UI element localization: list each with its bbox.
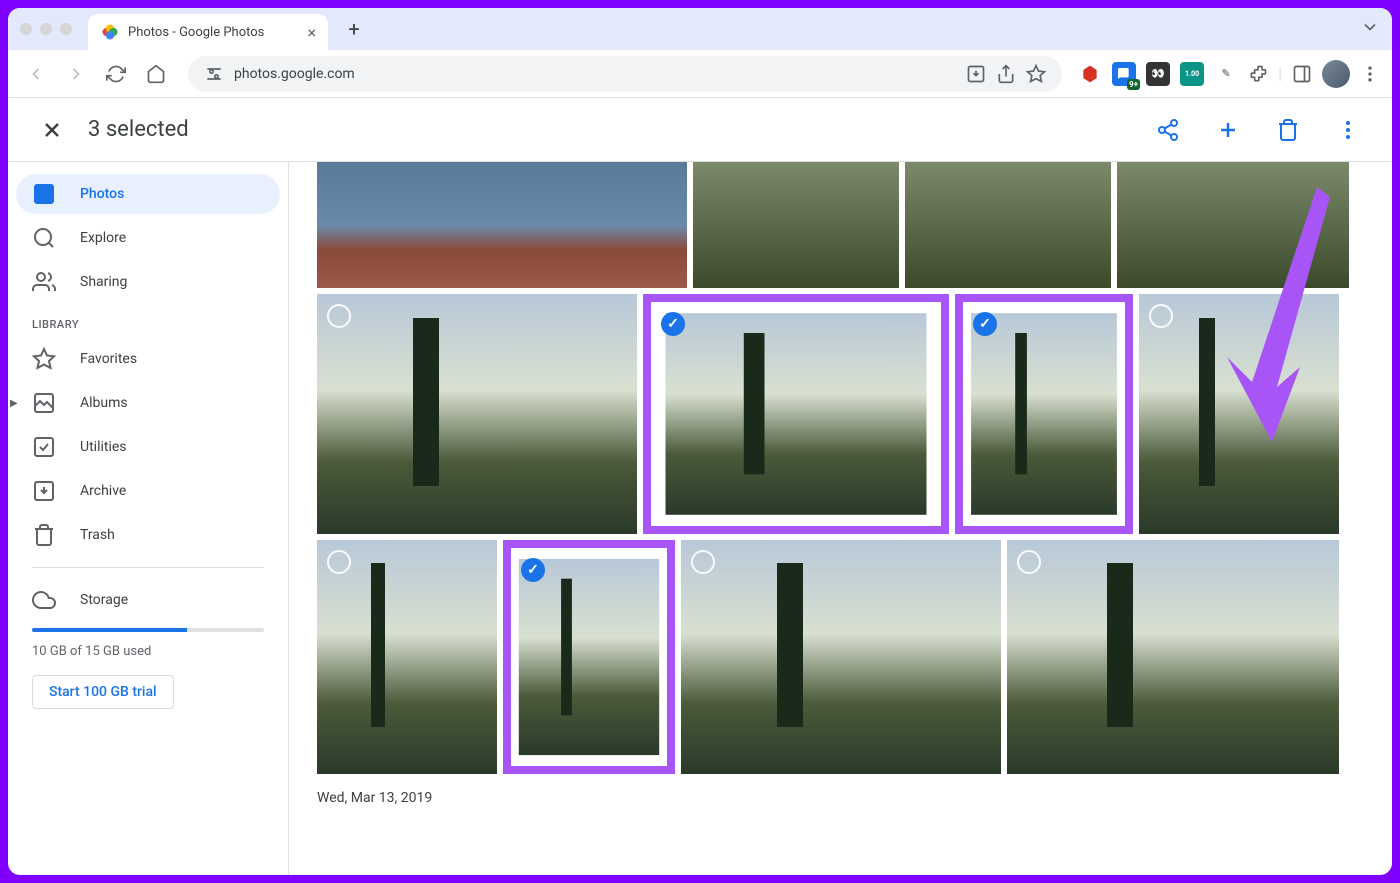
close-selection-button[interactable] bbox=[32, 110, 72, 150]
sidebar-item-sharing[interactable]: Sharing bbox=[16, 262, 280, 302]
storage-usage-text: 10 GB of 15 GB used bbox=[16, 644, 280, 675]
sidebar-item-explore[interactable]: Explore bbox=[16, 218, 280, 258]
extension-icons: 9+ 👀 1.00 ✎ | bbox=[1078, 60, 1380, 88]
photo-thumbnail[interactable] bbox=[905, 162, 1111, 288]
main-content: Photos Explore Sharing LIBRARY Favorites… bbox=[8, 162, 1392, 875]
sidebar-item-trash[interactable]: Trash bbox=[16, 515, 280, 555]
photo-thumbnail[interactable] bbox=[317, 162, 687, 288]
selection-header: 3 selected bbox=[8, 98, 1392, 162]
maximize-window-dot[interactable] bbox=[60, 23, 72, 35]
more-options-button[interactable] bbox=[1328, 110, 1368, 150]
browser-window: Photos - Google Photos × + photos.google… bbox=[8, 8, 1392, 875]
people-icon bbox=[32, 270, 56, 294]
album-icon bbox=[32, 391, 56, 415]
sidebar-divider bbox=[32, 567, 264, 568]
google-photos-favicon bbox=[100, 22, 120, 42]
sidebar-item-label: Albums bbox=[80, 395, 128, 411]
photo-thumbnail-selected[interactable] bbox=[503, 540, 675, 774]
side-panel-icon[interactable] bbox=[1292, 64, 1312, 84]
cloud-icon bbox=[32, 588, 56, 612]
minimize-window-dot[interactable] bbox=[40, 23, 52, 35]
checkbox-icon bbox=[32, 435, 56, 459]
sidebar-item-label: Trash bbox=[80, 527, 115, 543]
archive-icon bbox=[32, 479, 56, 503]
browser-tab[interactable]: Photos - Google Photos × bbox=[88, 14, 328, 50]
site-info-icon[interactable] bbox=[204, 64, 224, 84]
browser-menu-icon[interactable] bbox=[1360, 64, 1380, 84]
trash-icon bbox=[32, 523, 56, 547]
sidebar-item-label: Explore bbox=[80, 230, 126, 246]
extension-icon-green[interactable]: 1.00 bbox=[1180, 62, 1204, 86]
photo-thumbnail[interactable] bbox=[1117, 162, 1349, 288]
tab-strip: Photos - Google Photos × + bbox=[8, 8, 1392, 50]
url-text: photos.google.com bbox=[234, 66, 956, 82]
photo-select-checkbox[interactable] bbox=[661, 312, 685, 336]
install-app-icon[interactable] bbox=[966, 64, 986, 84]
extension-icon-save[interactable]: 9+ bbox=[1112, 62, 1136, 86]
selection-actions bbox=[1148, 110, 1368, 150]
sidebar-item-favorites[interactable]: Favorites bbox=[16, 339, 280, 379]
library-section-label: LIBRARY bbox=[16, 306, 280, 339]
sidebar-item-archive[interactable]: Archive bbox=[16, 471, 280, 511]
new-tab-button[interactable]: + bbox=[340, 15, 368, 43]
address-bar[interactable]: photos.google.com bbox=[188, 56, 1062, 92]
sidebar-item-label: Photos bbox=[80, 186, 124, 202]
window-controls bbox=[20, 23, 72, 35]
image-icon bbox=[32, 182, 56, 206]
photo-select-checkbox[interactable] bbox=[691, 550, 715, 574]
extension-icon-eyes[interactable]: 👀 bbox=[1146, 62, 1170, 86]
photo-select-checkbox[interactable] bbox=[1017, 550, 1041, 574]
add-to-button[interactable] bbox=[1208, 110, 1248, 150]
photo-select-checkbox[interactable] bbox=[327, 550, 351, 574]
star-icon bbox=[32, 347, 56, 371]
photo-select-checkbox[interactable] bbox=[1149, 304, 1173, 328]
tab-title: Photos - Google Photos bbox=[128, 25, 299, 40]
sidebar-item-storage[interactable]: Storage bbox=[16, 580, 280, 620]
sidebar-item-label: Storage bbox=[80, 592, 128, 608]
share-icon[interactable] bbox=[996, 64, 1016, 84]
sidebar-item-label: Favorites bbox=[80, 351, 137, 367]
sidebar-item-label: Archive bbox=[80, 483, 126, 499]
tab-dropdown-icon[interactable] bbox=[1360, 17, 1380, 41]
sidebar-item-utilities[interactable]: Utilities bbox=[16, 427, 280, 467]
extensions-puzzle-icon[interactable] bbox=[1248, 64, 1268, 84]
search-icon bbox=[32, 226, 56, 250]
storage-progress-bar bbox=[32, 628, 264, 632]
photo-select-checkbox[interactable] bbox=[327, 304, 351, 328]
selection-count: 3 selected bbox=[88, 117, 1148, 142]
photo-thumbnail[interactable] bbox=[1139, 294, 1339, 534]
close-tab-icon[interactable]: × bbox=[307, 23, 316, 42]
extension-icon-gray[interactable]: ✎ bbox=[1214, 62, 1238, 86]
sidebar-item-label: Utilities bbox=[80, 439, 127, 455]
photo-select-checkbox[interactable] bbox=[973, 312, 997, 336]
bookmark-star-icon[interactable] bbox=[1026, 64, 1046, 84]
forward-button[interactable] bbox=[60, 58, 92, 90]
browser-toolbar: photos.google.com 9+ 👀 1.00 ✎ | bbox=[8, 50, 1392, 98]
photo-thumbnail[interactable] bbox=[317, 540, 497, 774]
photo-thumbnail[interactable] bbox=[317, 294, 637, 534]
delete-button[interactable] bbox=[1268, 110, 1308, 150]
date-group-label: Wed, Mar 13, 2019 bbox=[317, 790, 1376, 806]
photo-thumbnail-selected[interactable] bbox=[955, 294, 1133, 534]
photo-thumbnail[interactable] bbox=[693, 162, 899, 288]
photo-thumbnail[interactable] bbox=[681, 540, 1001, 774]
share-button[interactable] bbox=[1148, 110, 1188, 150]
start-trial-button[interactable]: Start 100 GB trial bbox=[32, 675, 174, 709]
photo-thumbnail[interactable] bbox=[1007, 540, 1339, 774]
profile-avatar[interactable] bbox=[1322, 60, 1350, 88]
sidebar-item-photos[interactable]: Photos bbox=[16, 174, 280, 214]
photo-select-checkbox[interactable] bbox=[521, 558, 545, 582]
reload-button[interactable] bbox=[100, 58, 132, 90]
extension-icon-adblock[interactable] bbox=[1078, 62, 1102, 86]
sidebar-item-albums[interactable]: ▶ Albums bbox=[16, 383, 280, 423]
sidebar-item-label: Sharing bbox=[80, 274, 127, 290]
sidebar: Photos Explore Sharing LIBRARY Favorites… bbox=[8, 162, 288, 875]
close-window-dot[interactable] bbox=[20, 23, 32, 35]
photo-thumbnail-selected[interactable] bbox=[643, 294, 949, 534]
expand-caret-icon[interactable]: ▶ bbox=[10, 398, 18, 409]
home-button[interactable] bbox=[140, 58, 172, 90]
back-button[interactable] bbox=[20, 58, 52, 90]
photo-content[interactable]: Wed, Mar 13, 2019 bbox=[288, 162, 1392, 875]
